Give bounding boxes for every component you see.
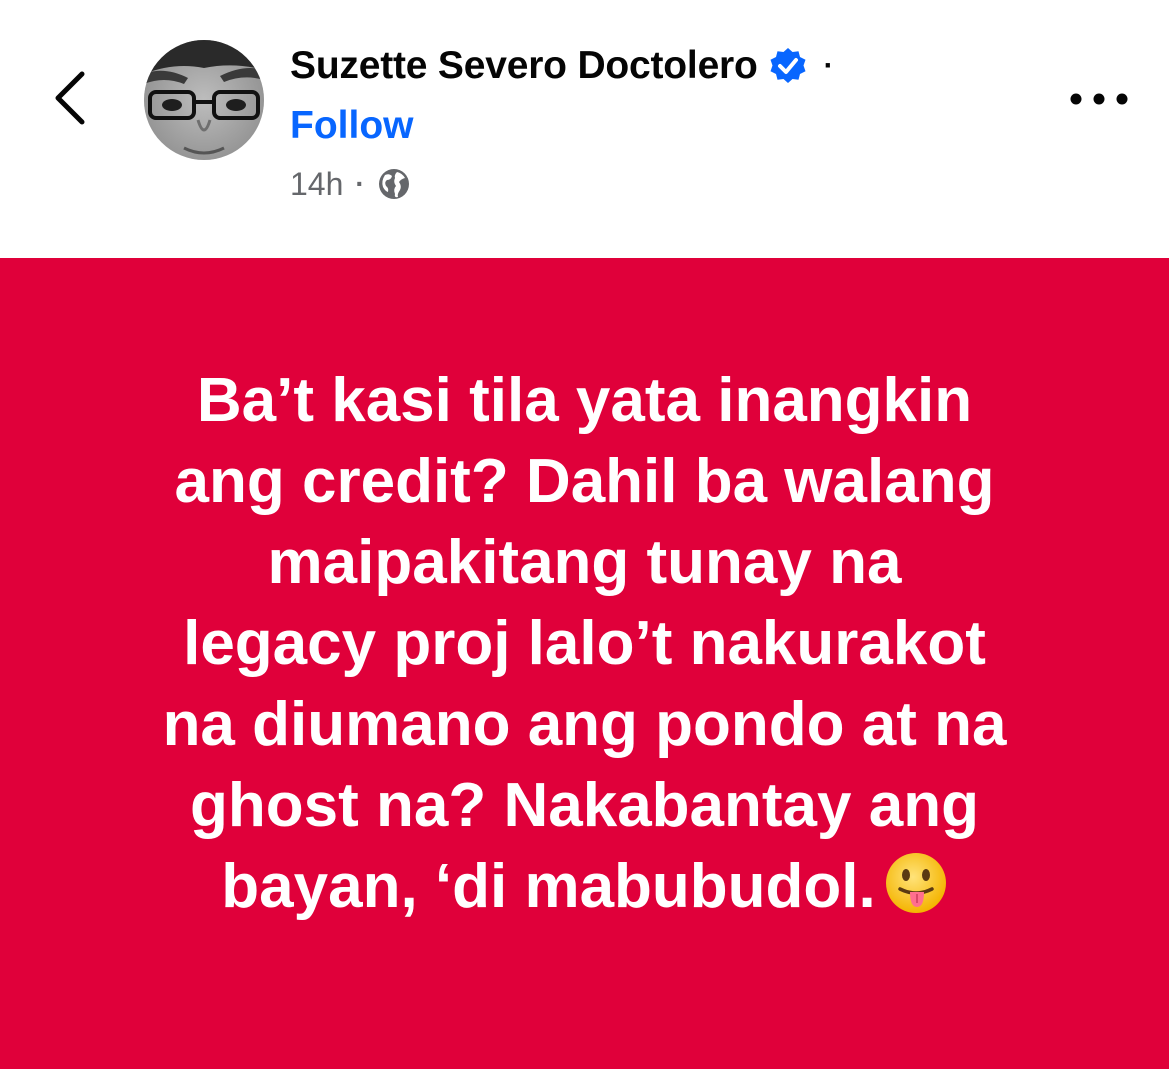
more-options-button[interactable] — [1064, 82, 1134, 116]
author-row: Suzette Severo Doctolero · — [290, 38, 834, 94]
follow-button[interactable]: Follow — [290, 104, 413, 148]
post-text: Ba’t kasi tila yata inangkin ang credit?… — [80, 360, 1090, 927]
post-line: bayan, ‘di mabubudol. — [221, 852, 876, 921]
post-line: ghost na? Nakabantay ang — [190, 771, 979, 840]
author-name[interactable]: Suzette Severo Doctolero — [290, 44, 758, 88]
meta-separator: · — [355, 168, 365, 199]
face-with-tongue-icon — [884, 851, 948, 915]
avatar[interactable] — [144, 40, 264, 160]
post-text-background: Ba’t kasi tila yata inangkin ang credit?… — [0, 258, 1169, 1069]
chevron-left-icon — [55, 71, 85, 125]
back-button[interactable] — [44, 62, 100, 134]
post-line: ang credit? Dahil ba walang — [174, 447, 995, 516]
avatar-photo — [144, 40, 264, 160]
post-header: Suzette Severo Doctolero · Follow 14h · — [0, 0, 1169, 258]
post-line: maipakitang tunay na — [267, 528, 902, 597]
globe-icon[interactable] — [377, 167, 411, 201]
post-line: Ba’t kasi tila yata inangkin — [196, 366, 973, 435]
post-line: legacy proj lalo’t nakurakot — [183, 609, 986, 678]
post-line: na diumano ang pondo at na — [162, 690, 1007, 759]
more-horizontal-icon — [1070, 93, 1128, 105]
name-separator: · — [823, 49, 834, 82]
verified-badge-icon — [768, 46, 808, 86]
timestamp[interactable]: 14h — [290, 166, 343, 203]
post-line-last: bayan, ‘di mabubudol. — [80, 846, 1090, 927]
post-meta: 14h · — [290, 164, 411, 204]
